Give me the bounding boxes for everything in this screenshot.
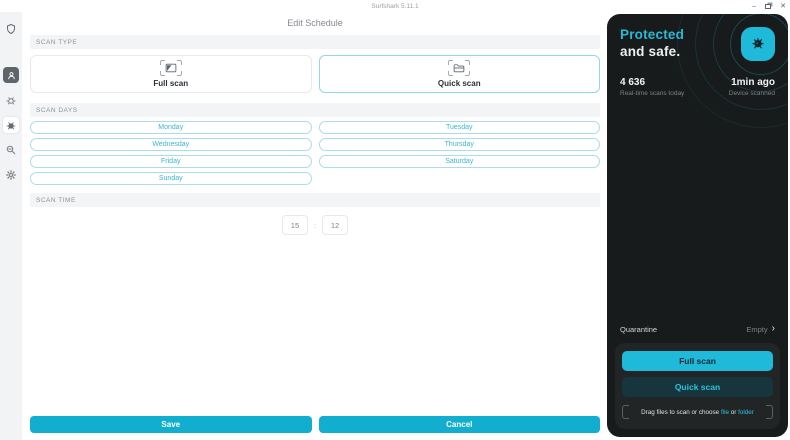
headline-rest: and safe. xyxy=(620,44,684,61)
stat-value: 1min ago xyxy=(729,77,775,88)
section-header-scan-days: SCAN DAYS xyxy=(30,103,600,117)
quarantine-label: Quarantine xyxy=(620,325,657,334)
choose-folder-link[interactable]: folder xyxy=(738,409,754,416)
protection-status-panel: Protected and safe. 4 636 Real-time scan… xyxy=(607,14,788,437)
drop-bracket-right-icon xyxy=(766,405,773,419)
scan-hour-input[interactable] xyxy=(282,215,308,235)
maximize-button[interactable] xyxy=(765,4,771,9)
scan-day-friday[interactable]: Friday xyxy=(30,155,312,168)
search-icon xyxy=(5,144,17,156)
quarantine-value: Empty xyxy=(746,325,767,334)
drop-bracket-left-icon xyxy=(622,405,629,419)
shield-icon xyxy=(5,23,17,35)
sidebar xyxy=(0,12,22,440)
protection-headline: Protected and safe. xyxy=(620,27,684,61)
virus-bug-icon xyxy=(750,35,766,54)
sidebar-item-scan-search[interactable] xyxy=(3,142,19,158)
scan-day-saturday[interactable]: Saturday xyxy=(319,155,601,168)
protection-shield-button[interactable] xyxy=(741,27,775,61)
screen-scan-icon xyxy=(160,60,182,76)
stat-caption: Real-time scans today xyxy=(620,90,684,97)
stat-device-scanned: 1min ago Device scanned xyxy=(729,77,775,97)
quarantine-row[interactable]: Quarantine Empty › xyxy=(607,324,788,334)
stat-realtime-scans: 4 636 Real-time scans today xyxy=(620,77,684,97)
quick-scan-button[interactable]: Quick scan xyxy=(622,377,773,397)
window-title: Surfshark 5.11.1 xyxy=(371,3,418,10)
drop-zone-text: Drag files to scan or choose file or fol… xyxy=(641,409,754,416)
sidebar-item-antivirus[interactable] xyxy=(3,117,19,133)
page-title: Edit Schedule xyxy=(30,12,600,35)
gear-icon xyxy=(5,169,17,181)
scan-day-sunday[interactable]: Sunday xyxy=(30,172,312,185)
sidebar-item-vpn[interactable] xyxy=(3,21,19,37)
close-button[interactable]: ✕ xyxy=(780,3,786,10)
minimize-button[interactable]: – xyxy=(752,3,756,10)
scan-actions-card: Full scan Quick scan Drag files to scan … xyxy=(615,343,780,429)
stat-value: 4 636 xyxy=(620,77,684,88)
drop-text-prefix: Drag files to scan or choose xyxy=(641,409,721,416)
sidebar-item-settings[interactable] xyxy=(3,167,19,183)
account-icon xyxy=(6,70,17,81)
full-scan-button[interactable]: Full scan xyxy=(622,351,773,371)
alert-bug-icon xyxy=(5,94,17,106)
chevron-right-icon[interactable]: › xyxy=(772,324,775,334)
section-header-scan-type: SCAN TYPE xyxy=(30,35,600,49)
sidebar-item-alerts[interactable] xyxy=(3,92,19,108)
save-button[interactable]: Save xyxy=(30,416,312,433)
scan-minute-input[interactable] xyxy=(322,215,348,235)
choose-file-link[interactable]: file xyxy=(721,409,729,416)
scan-type-card-quick[interactable]: Quick scan xyxy=(319,55,601,93)
scan-type-card-full[interactable]: Full scan xyxy=(30,55,312,93)
cancel-button[interactable]: Cancel xyxy=(319,416,601,433)
scan-day-thursday[interactable]: Thursday xyxy=(319,138,601,151)
scan-day-wednesday[interactable]: Wednesday xyxy=(30,138,312,151)
scan-day-tuesday[interactable]: Tuesday xyxy=(319,121,601,134)
scan-type-label: Quick scan xyxy=(438,79,481,88)
headline-accent: Protected xyxy=(620,27,684,44)
stat-caption: Device scanned xyxy=(729,90,775,97)
drop-text-middle: or xyxy=(729,409,738,416)
drag-drop-zone[interactable]: Drag files to scan or choose file or fol… xyxy=(622,403,773,421)
sidebar-item-account[interactable] xyxy=(3,67,19,83)
edit-schedule-view: Edit Schedule SCAN TYPE Full scan xyxy=(22,12,607,440)
time-separator: : xyxy=(314,221,316,230)
scan-type-label: Full scan xyxy=(153,79,188,88)
section-header-scan-time: SCAN TIME xyxy=(30,193,600,207)
titlebar: Surfshark 5.11.1 – ✕ xyxy=(0,0,790,12)
antivirus-bug-icon xyxy=(5,119,17,131)
folder-scan-icon xyxy=(448,60,470,76)
scan-day-monday[interactable]: Monday xyxy=(30,121,312,134)
